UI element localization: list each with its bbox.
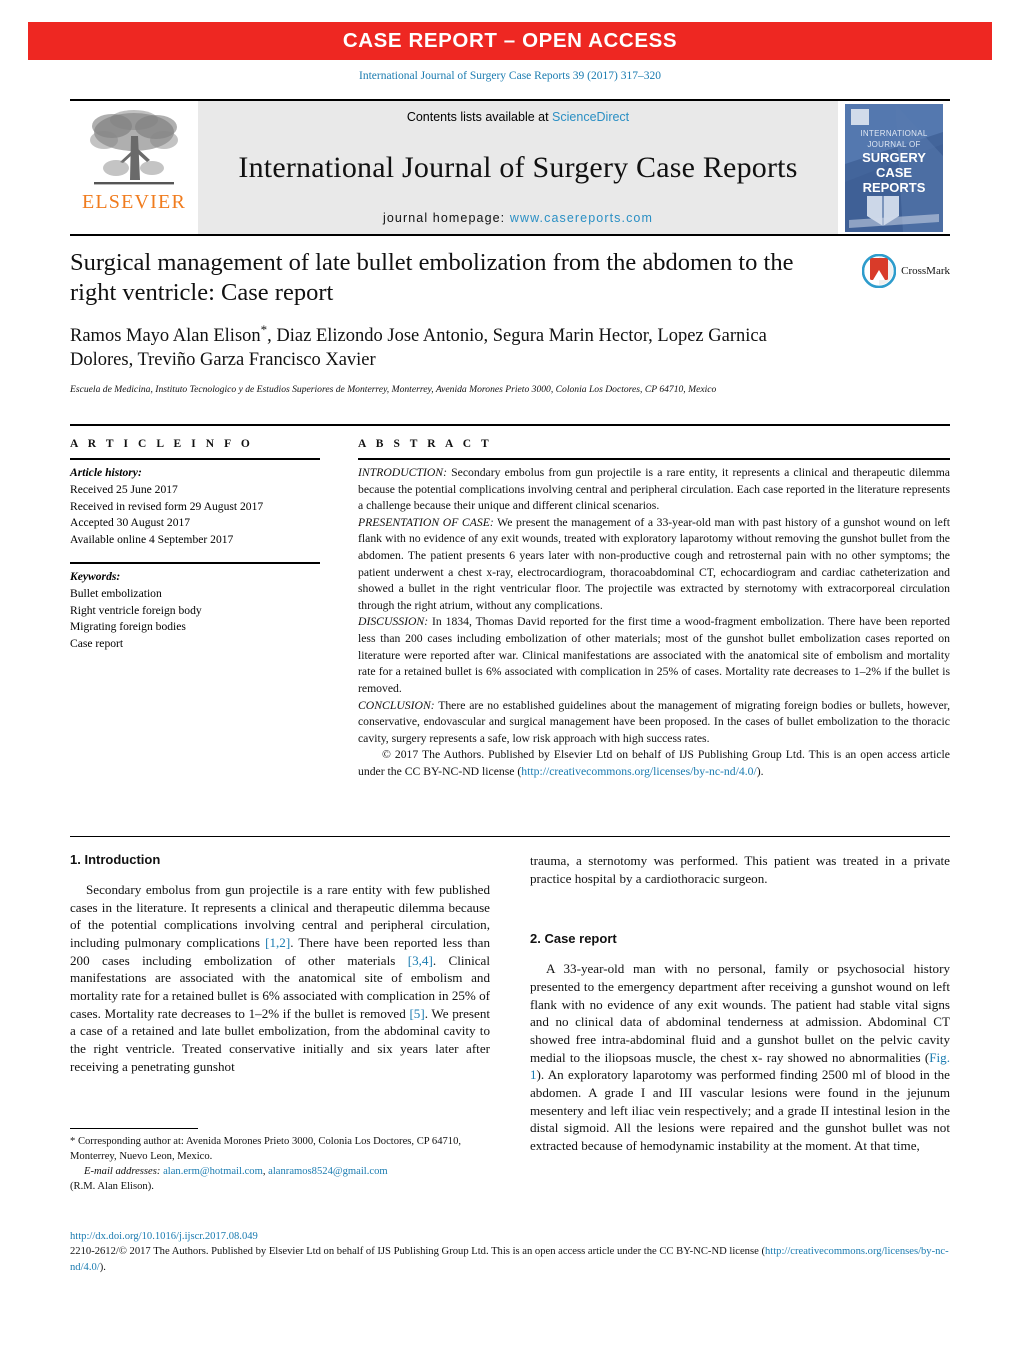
- journal-homepage-line: journal homepage: www.casereports.com: [383, 211, 653, 225]
- abstract-divider: [358, 458, 950, 460]
- svg-text:INTERNATIONAL: INTERNATIONAL: [860, 129, 928, 138]
- abstract-body: INTRODUCTION: Secondary embolus from gun…: [358, 465, 950, 781]
- copyright-tail: ).: [756, 764, 764, 778]
- abstract-column: A B S T R A C T INTRODUCTION: Secondary …: [358, 438, 950, 781]
- issn-text: 2210-2612/© 2017 The Authors. Published …: [70, 1246, 765, 1258]
- keyword-item: Right ventricle foreign body: [70, 603, 202, 617]
- article-history-block: Article history: Received 25 June 2017 R…: [70, 465, 320, 549]
- email-label: E-mail addresses:: [84, 1166, 161, 1178]
- info-divider-1: [70, 458, 320, 460]
- first-author: Ramos Mayo Alan Elison: [70, 325, 261, 346]
- keywords-block: Keywords: Bullet embolization Right vent…: [70, 569, 320, 653]
- issn-copyright-line: 2210-2612/© 2017 The Authors. Published …: [70, 1244, 950, 1275]
- abstract-copyright: © 2017 The Authors. Published by Elsevie…: [358, 747, 950, 780]
- contents-lists-line: Contents lists available at ScienceDirec…: [407, 110, 629, 124]
- abstract-section-text: In 1834, Thomas David reported for the f…: [358, 615, 950, 695]
- masthead-center: Contents lists available at ScienceDirec…: [198, 101, 838, 234]
- reference-link-3-4[interactable]: [3,4]: [408, 953, 433, 968]
- keyword-item: Migrating foreign bodies: [70, 620, 186, 634]
- intro-continuation: trauma, a sternotomy was performed. This…: [530, 853, 950, 886]
- crossmark-badge[interactable]: CrossMark: [862, 254, 950, 288]
- journal-masthead: ELSEVIER Contents lists available at Sci…: [70, 99, 950, 236]
- case-report-paragraph: A 33-year-old man with no personal, fami…: [530, 960, 950, 1154]
- divider-below-abstract: [70, 836, 950, 837]
- abstract-section: CONCLUSION: There are no established gui…: [358, 698, 950, 748]
- article-info-heading: A R T I C L E I N F O: [70, 438, 254, 450]
- homepage-label: journal homepage:: [383, 211, 510, 225]
- corresponding-author-note: * Corresponding author at: Avenida Moron…: [70, 1136, 462, 1163]
- license-tail: ).: [99, 1261, 106, 1273]
- abstract-section: PRESENTATION OF CASE: We present the man…: [358, 515, 950, 615]
- body-column-left: 1. Introduction Secondary embolus from g…: [70, 852, 490, 1075]
- abstract-section-text: We present the management of a 33-year-o…: [358, 515, 950, 612]
- abstract-section-label: INTRODUCTION:: [358, 466, 447, 479]
- abstract-section: DISCUSSION: In 1834, Thomas David report…: [358, 614, 950, 697]
- svg-text:REPORTS: REPORTS: [863, 180, 926, 195]
- abstract-section-text: Secondary embolus from gun projectile is…: [358, 466, 950, 513]
- abstract-heading: A B S T R A C T: [358, 438, 493, 450]
- page-footer: http://dx.doi.org/10.1016/j.ijscr.2017.0…: [70, 1229, 950, 1275]
- article-info-column: A R T I C L E I N F O Article history: R…: [70, 438, 320, 653]
- history-item: Received in revised form 29 August 2017: [70, 499, 264, 513]
- case-text-b: ). An exploratory laparotomy was perform…: [530, 1067, 950, 1154]
- homepage-url-link[interactable]: www.casereports.com: [510, 211, 653, 225]
- elsevier-tree-icon: [90, 110, 178, 185]
- contents-prefix: Contents lists available at: [406, 110, 553, 124]
- intro-paragraph: Secondary embolus from gun projectile is…: [70, 881, 490, 1075]
- title-block: Surgical management of late bullet embol…: [70, 248, 950, 397]
- affiliation: Escuela de Medicina, Instituto Tecnologi…: [70, 384, 717, 395]
- open-access-banner: CASE REPORT – OPEN ACCESS: [28, 22, 992, 60]
- svg-text:JOURNAL OF: JOURNAL OF: [867, 140, 920, 149]
- divider-above-abstract: [70, 424, 950, 426]
- section-heading-introduction: 1. Introduction: [70, 852, 161, 867]
- info-divider-2: [70, 561, 320, 564]
- elsevier-wordmark: ELSEVIER: [81, 191, 187, 213]
- keyword-item: Case report: [70, 637, 124, 651]
- cover-art-icon: INTERNATIONAL JOURNAL OF SURGERY CASE RE…: [845, 103, 943, 232]
- history-item: Available online 4 September 2017: [70, 533, 234, 547]
- svg-text:CASE: CASE: [876, 165, 912, 180]
- reference-link-5[interactable]: [5]: [409, 1006, 424, 1021]
- email-link-2[interactable]: alanramos8524@gmail.com: [268, 1166, 388, 1177]
- footnote-divider: [70, 1128, 198, 1129]
- abstract-section-text: There are no established guidelines abou…: [358, 698, 950, 745]
- citation-text: International Journal of Surgery Case Re…: [359, 70, 661, 82]
- email-note: E-mail addresses: alan.erm@hotmail.com, …: [70, 1164, 490, 1179]
- body-column-right: trauma, a sternotomy was performed. This…: [530, 852, 950, 1155]
- doi-link[interactable]: http://dx.doi.org/10.1016/j.ijscr.2017.0…: [70, 1229, 950, 1244]
- footnote-block: * Corresponding author at: Avenida Moron…: [70, 1128, 490, 1194]
- elsevier-logo: ELSEVIER: [70, 101, 198, 234]
- reference-link-1-2[interactable]: [1,2]: [265, 935, 290, 950]
- cc-license-link[interactable]: http://creativecommons.org/licenses/by-n…: [521, 765, 756, 778]
- author-list: Ramos Mayo Alan Elison*, Diaz Elizondo J…: [70, 322, 830, 372]
- abstract-section-label: CONCLUSION:: [358, 698, 435, 712]
- banner-text: CASE REPORT – OPEN ACCESS: [342, 29, 678, 52]
- journal-citation-line: International Journal of Surgery Case Re…: [0, 70, 1020, 82]
- page-title: Surgical management of late bullet embol…: [70, 249, 794, 306]
- keywords-label: Keywords:: [70, 569, 121, 583]
- abstract-section: INTRODUCTION: Secondary embolus from gun…: [358, 465, 950, 515]
- keyword-item: Bullet embolization: [70, 586, 162, 600]
- sciencedirect-link[interactable]: ScienceDirect: [552, 110, 629, 124]
- abstract-section-label: DISCUSSION:: [358, 615, 429, 629]
- case-text-a: A 33-year-old man with no personal, fami…: [530, 961, 950, 1065]
- crossmark-label: CrossMark: [901, 265, 950, 277]
- history-item: Accepted 30 August 2017: [70, 516, 191, 530]
- history-item: Received 25 June 2017: [70, 482, 178, 496]
- email-attribution: (R.M. Alan Elison).: [70, 1181, 154, 1193]
- crossmark-icon: [862, 254, 897, 288]
- article-history-label: Article history:: [70, 466, 142, 479]
- abstract-section-label: PRESENTATION OF CASE:: [358, 515, 494, 529]
- svg-text:SURGERY: SURGERY: [862, 150, 926, 165]
- journal-title: International Journal of Surgery Case Re…: [238, 150, 798, 184]
- email-link-1[interactable]: alan.erm@hotmail.com: [163, 1166, 263, 1177]
- journal-cover-thumbnail: INTERNATIONAL JOURNAL OF SURGERY CASE RE…: [845, 103, 943, 232]
- journal-cover-container: INTERNATIONAL JOURNAL OF SURGERY CASE RE…: [838, 101, 950, 234]
- section-heading-case-report: 2. Case report: [530, 931, 617, 947]
